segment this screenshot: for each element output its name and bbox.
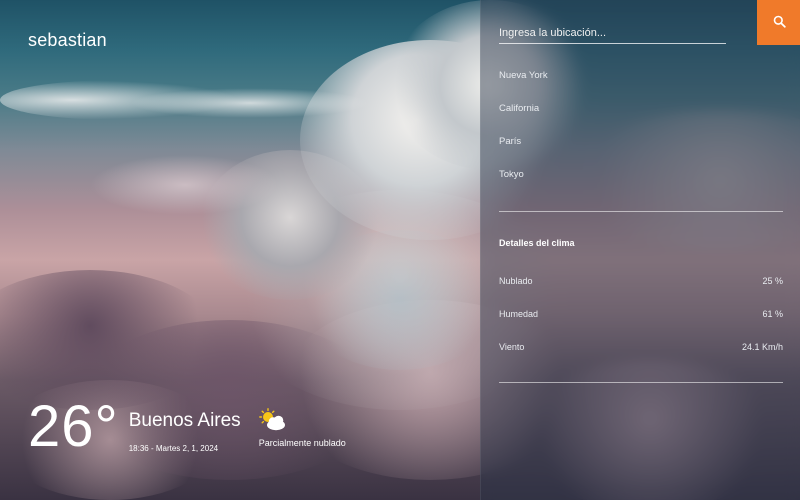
details-title: Detalles del clima	[499, 238, 575, 248]
condition-text: Parcialmente nublado	[258, 438, 346, 448]
search-button[interactable]	[757, 0, 800, 45]
search-input[interactable]	[499, 22, 726, 44]
detail-row-clouds: Nublado 25 %	[499, 276, 783, 286]
partly-cloudy-icon	[258, 408, 287, 432]
date-time: 18:36 - Martes 2, 1, 2024	[128, 444, 219, 453]
location-item-paris[interactable]: París	[499, 136, 548, 169]
detail-value: 24.1 Km/h	[741, 342, 783, 352]
detail-row-wind: Viento 24.1 Km/h	[499, 342, 783, 352]
search-icon	[773, 15, 786, 31]
condition-block: Parcialmente nublado	[259, 408, 346, 448]
detail-label: Nublado	[499, 276, 533, 286]
location-list: Nueva York California París Tokyo	[499, 70, 548, 202]
brand-logo: sebastian	[28, 30, 107, 50]
detail-row-humidity: Humedad 61 %	[499, 309, 783, 319]
side-panel: Nueva York California París Tokyo Detall…	[480, 0, 800, 500]
detail-label: Viento	[499, 342, 525, 352]
current-weather: 26° Buenos Aires 18:36 - Martes 2, 1, 20…	[28, 396, 346, 458]
location-block: Buenos Aires 18:36 - Martes 2, 1, 2024	[129, 410, 241, 453]
detail-value: 25 %	[762, 276, 783, 286]
divider	[499, 382, 783, 383]
city-name: Buenos Aires	[128, 410, 241, 431]
location-item-nueva-york[interactable]: Nueva York	[499, 70, 548, 103]
location-item-california[interactable]: California	[499, 103, 548, 136]
temperature: 26°	[28, 394, 119, 459]
divider	[499, 211, 783, 212]
detail-label: Humedad	[499, 309, 539, 319]
location-item-tokyo[interactable]: Tokyo	[499, 169, 548, 202]
detail-value: 61 %	[762, 309, 783, 319]
